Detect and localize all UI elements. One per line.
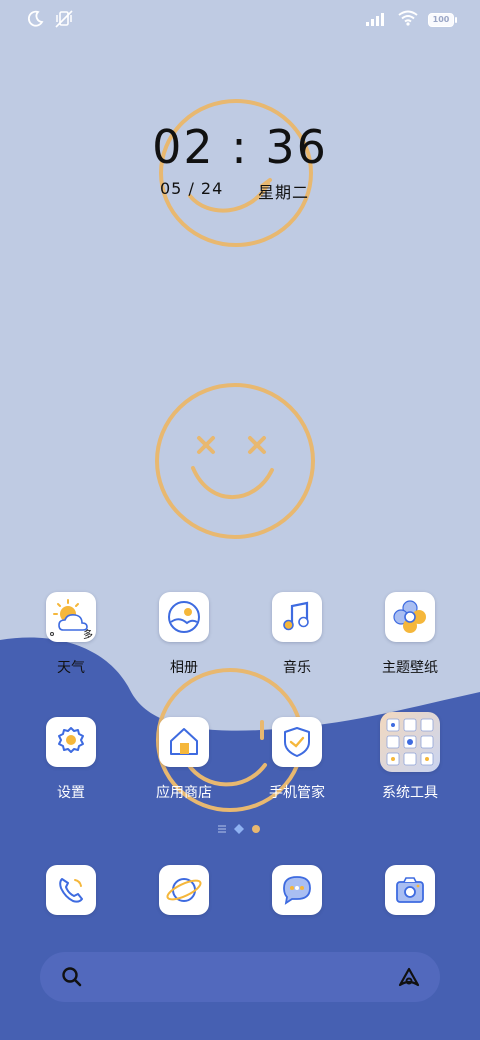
settings-icon <box>46 717 96 767</box>
search-input[interactable] <box>100 966 384 990</box>
status-bar: 100 <box>0 0 480 40</box>
dock-phone[interactable] <box>16 865 126 915</box>
theme-icon <box>385 592 435 642</box>
weather-icon: 多 <box>46 592 96 642</box>
music-icon <box>272 592 322 642</box>
app-label: 手机管家 <box>269 785 325 801</box>
app-label: 系统工具 <box>382 785 438 801</box>
weather-badge: 多 <box>83 630 93 641</box>
search-bar[interactable] <box>40 952 440 1002</box>
app-label: 应用商店 <box>156 785 212 801</box>
battery-icon: 100 <box>428 13 457 27</box>
moon-icon <box>26 10 44 32</box>
app-label: 主题壁纸 <box>382 660 438 676</box>
clock-date: 05 / 24 <box>160 179 224 198</box>
dock-browser[interactable] <box>129 865 239 915</box>
app-weather[interactable]: 多 天气 <box>16 592 126 677</box>
signal-icon <box>366 11 388 30</box>
browser-icon <box>159 865 209 915</box>
camera-icon <box>385 865 435 915</box>
app-theme[interactable]: 主题壁纸 <box>355 592 465 677</box>
page-dot-icon <box>252 825 260 833</box>
messages-icon <box>272 865 322 915</box>
system-tools-folder-icon <box>380 712 440 772</box>
app-settings[interactable]: 设置 <box>16 717 126 802</box>
app-store[interactable]: 应用商店 <box>129 717 239 802</box>
app-system-tools-folder[interactable]: 系统工具 <box>355 712 465 802</box>
search-icon[interactable] <box>60 965 84 993</box>
app-store-icon <box>159 717 209 767</box>
page-current-icon <box>234 824 244 834</box>
app-label: 相册 <box>170 660 198 676</box>
app-label: 音乐 <box>283 660 311 676</box>
app-music[interactable]: 音乐 <box>242 592 352 677</box>
wifi-icon <box>398 10 418 30</box>
app-security[interactable]: 手机管家 <box>242 717 352 802</box>
dock-messages[interactable] <box>242 865 352 915</box>
dock-camera[interactable] <box>355 865 465 915</box>
clock-time[interactable]: 02 : 36 <box>0 120 480 174</box>
app-label: 天气 <box>57 660 85 676</box>
vibrate-off-icon <box>54 9 74 33</box>
security-icon <box>272 717 322 767</box>
assistant-icon[interactable] <box>396 964 422 994</box>
app-gallery[interactable]: 相册 <box>129 592 239 677</box>
page-indicator[interactable] <box>217 823 261 835</box>
gallery-icon <box>159 592 209 642</box>
phone-icon <box>46 865 96 915</box>
page-list-icon <box>218 825 226 833</box>
app-label: 设置 <box>57 785 85 801</box>
clock-weekday: 星期二 <box>258 183 310 202</box>
